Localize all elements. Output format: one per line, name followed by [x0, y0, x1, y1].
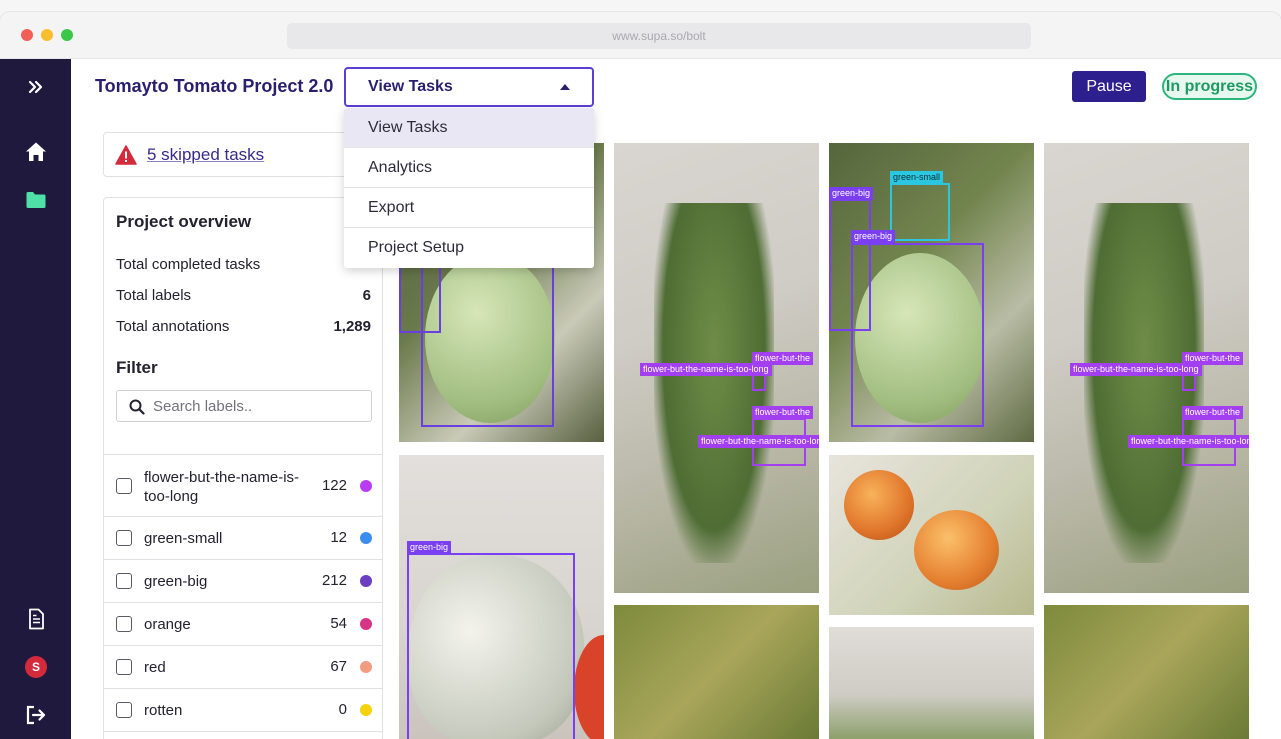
label-count: 0	[338, 701, 347, 718]
label-row-green-big[interactable]: green-big 212	[104, 560, 382, 603]
tomato-image	[914, 510, 999, 590]
label-color-dot	[360, 480, 372, 492]
search-box	[116, 390, 372, 422]
annotation-tag: green-big	[407, 541, 452, 554]
label-name: rotten	[144, 702, 183, 719]
maximize-window-button[interactable]	[61, 29, 73, 41]
label-list: flower-but-the-name-is-too-long 122 gree…	[104, 454, 382, 732]
stat-label: Total labels	[116, 287, 192, 304]
status-badge: In progress	[1162, 73, 1257, 100]
label-name: flower-but-the-name-is-too-long	[144, 469, 300, 505]
browser-window: www.supa.so/bolt S Tomayto Tomato Projec…	[0, 12, 1281, 739]
annotation-tag: green-small	[890, 171, 944, 184]
filter-title: Filter	[116, 358, 158, 377]
label-row-green-small[interactable]: green-small 12	[104, 517, 382, 560]
stat-value: 1,289	[333, 318, 371, 335]
label-count: 212	[321, 572, 347, 589]
image-tile-9[interactable]	[1044, 605, 1249, 739]
label-color-dot	[360, 661, 372, 673]
annotation-tag: green-big	[851, 230, 896, 243]
label-name: green-small	[144, 530, 223, 547]
view-select-dropdown[interactable]: View Tasks	[344, 67, 594, 107]
project-overview-panel: Project overview Total completed tasks T…	[103, 197, 383, 739]
label-checkbox[interactable]	[116, 659, 132, 675]
minimize-window-button[interactable]	[41, 29, 53, 41]
label-checkbox[interactable]	[116, 616, 132, 632]
label-row-rotten[interactable]: rotten 0	[104, 689, 382, 732]
image-tile-3[interactable]: flower-but-the flower-but-the-name-is-to…	[614, 143, 819, 593]
app-sidebar: S	[0, 59, 71, 739]
annotation-tag: flower-but-the-name-is-too-long	[640, 363, 772, 376]
annotation-tag: flower-but-the	[1182, 406, 1244, 419]
expand-sidebar-icon[interactable]	[24, 75, 48, 99]
image-tile-5[interactable]: green-small green-big green-big	[829, 143, 1034, 442]
image-tile-2[interactable]: green-big	[399, 455, 604, 739]
label-row-orange[interactable]: orange 54	[104, 603, 382, 646]
label-count: 67	[330, 658, 347, 675]
folder-icon[interactable]	[24, 188, 48, 212]
browser-titlebar: www.supa.so/bolt	[0, 12, 1281, 59]
label-checkbox[interactable]	[116, 530, 132, 546]
bounding-box[interactable]	[851, 243, 984, 427]
menu-item-export[interactable]: Export	[344, 188, 594, 228]
label-name: green-big	[144, 573, 208, 590]
pause-button[interactable]: Pause	[1072, 71, 1146, 102]
bounding-box[interactable]	[890, 183, 950, 241]
label-color-dot	[360, 618, 372, 630]
label-count: 12	[330, 529, 347, 546]
image-tile-7[interactable]	[829, 627, 1034, 739]
label-count: 122	[321, 477, 347, 494]
image-tile-4[interactable]	[614, 605, 819, 739]
annotation-tag: flower-but-the-name-is-too-long	[698, 435, 819, 448]
menu-item-view-tasks[interactable]: View Tasks	[344, 108, 594, 148]
home-icon[interactable]	[24, 140, 48, 164]
menu-item-project-setup[interactable]: Project Setup	[344, 228, 594, 268]
stat-total-labels: Total labels 6	[116, 287, 371, 307]
caret-up-icon	[560, 84, 570, 90]
label-row-red[interactable]: red 67	[104, 646, 382, 689]
label-name: orange	[144, 616, 191, 633]
label-color-dot	[360, 532, 372, 544]
user-avatar[interactable]: S	[25, 656, 47, 678]
annotation-tag: flower-but-the-name-is-too-long	[1070, 363, 1202, 376]
main-content: Tomayto Tomato Project 2.0 View Tasks Vi…	[71, 59, 1281, 739]
label-checkbox[interactable]	[116, 573, 132, 589]
label-checkbox[interactable]	[116, 478, 132, 494]
label-row-flower[interactable]: flower-but-the-name-is-too-long 122	[104, 455, 382, 517]
label-color-dot	[360, 575, 372, 587]
view-dropdown-menu: View Tasks Analytics Export Project Setu…	[344, 108, 594, 268]
search-icon	[129, 399, 145, 415]
stat-label: Total annotations	[116, 318, 230, 335]
annotation-tag: flower-but-the-name-is-too-long	[1128, 435, 1249, 448]
overview-title: Project overview	[116, 212, 252, 231]
tomato-image	[844, 470, 914, 540]
image-tile-8[interactable]: flower-but-the flower-but-the-name-is-to…	[1044, 143, 1249, 593]
label-count: 54	[330, 615, 347, 632]
skipped-tasks-link[interactable]: 5 skipped tasks	[147, 145, 264, 165]
document-icon[interactable]	[24, 607, 48, 631]
label-checkbox[interactable]	[116, 702, 132, 718]
warning-icon	[115, 145, 137, 165]
skipped-tasks-alert: 5 skipped tasks	[103, 132, 383, 177]
close-window-button[interactable]	[21, 29, 33, 41]
logout-icon[interactable]	[24, 703, 48, 727]
stat-value: 6	[362, 287, 371, 304]
bounding-box[interactable]	[407, 553, 575, 739]
stat-total-annotations: Total annotations 1,289	[116, 318, 371, 338]
search-labels-input[interactable]	[153, 396, 363, 416]
stat-completed-tasks: Total completed tasks	[116, 256, 371, 276]
label-name: red	[144, 659, 166, 676]
label-color-dot	[360, 704, 372, 716]
address-bar[interactable]: www.supa.so/bolt	[287, 23, 1031, 49]
annotation-tag: flower-but-the	[752, 406, 814, 419]
annotation-tag: green-big	[829, 187, 874, 200]
menu-item-analytics[interactable]: Analytics	[344, 148, 594, 188]
image-tile-6[interactable]	[829, 455, 1034, 615]
view-select-value: View Tasks	[368, 78, 453, 95]
page-title: Tomayto Tomato Project 2.0	[95, 76, 334, 96]
stat-label: Total completed tasks	[116, 256, 261, 273]
